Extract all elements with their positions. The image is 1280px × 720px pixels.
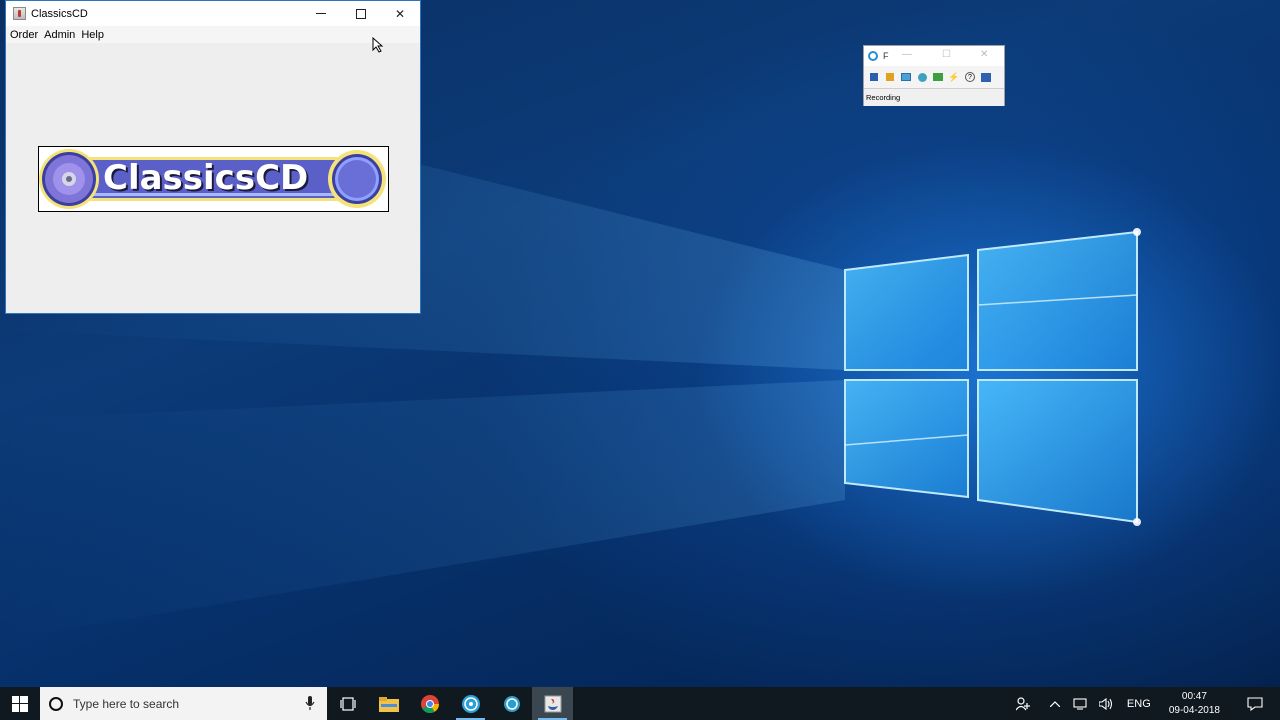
minimize-button[interactable] <box>302 1 340 26</box>
microphone-icon[interactable] <box>305 696 315 711</box>
report-icon[interactable] <box>980 71 992 83</box>
network-icon <box>1073 697 1087 710</box>
screenshot-icon[interactable] <box>900 71 912 83</box>
window-titlebar[interactable]: ClassicsCD ✕ <box>6 1 420 26</box>
menu-bar: Order Admin Help <box>6 26 420 44</box>
clock-date: 09-04-2018 <box>1168 704 1220 716</box>
close-icon: ✕ <box>394 6 406 21</box>
player-app-button[interactable] <box>491 687 532 720</box>
file-explorer-button[interactable] <box>368 687 409 720</box>
recorder-app-button[interactable] <box>450 687 491 720</box>
windows-start-icon <box>12 695 28 712</box>
maximize-icon <box>356 8 366 19</box>
search-placeholder: Type here to search <box>73 696 180 711</box>
language-indicator[interactable]: ENG <box>1119 687 1159 720</box>
system-tray: ENG 00:47 09-04-2018 <box>1003 687 1280 720</box>
close-button[interactable]: ✕ <box>381 1 419 26</box>
notification-icon <box>1247 696 1263 711</box>
people-icon <box>1015 696 1030 710</box>
volume-button[interactable] <box>1093 687 1119 720</box>
recorder-maximize-button[interactable]: ☐ <box>942 49 951 60</box>
taskbar: Type here to search ENG 00:47 09-04-2018 <box>0 687 1280 720</box>
clock[interactable]: 00:47 09-04-2018 <box>1159 690 1230 718</box>
volume-icon <box>1098 697 1112 710</box>
search-box[interactable]: Type here to search <box>40 687 327 720</box>
window-title: ClassicsCD <box>31 7 88 20</box>
window-client-area: ClassicsCD ClassicsCD <box>6 43 420 313</box>
menu-order[interactable]: Order <box>9 29 39 41</box>
player-app-icon <box>503 695 520 712</box>
recorder-toolbar: ⚡ ? <box>864 66 1004 88</box>
classicscd-logo: ClassicsCD ClassicsCD <box>38 146 389 212</box>
recorder-titlebar[interactable]: F — ☐ ✕ <box>864 46 1004 66</box>
task-view-button[interactable] <box>327 687 368 720</box>
java-app-icon <box>544 695 561 712</box>
java-app-button[interactable] <box>532 687 573 720</box>
show-hidden-icons-button[interactable] <box>1043 687 1067 720</box>
recorder-settings-icon[interactable] <box>916 71 928 83</box>
recorder-status: Recording <box>864 88 1004 106</box>
cortana-icon <box>49 696 63 711</box>
clock-time: 00:47 <box>1181 690 1207 702</box>
layers-icon[interactable] <box>932 71 944 83</box>
recorder-title: F <box>883 51 889 61</box>
task-view-icon <box>339 696 356 711</box>
network-button[interactable] <box>1067 687 1093 720</box>
chevron-up-icon <box>1049 700 1060 707</box>
pause-icon[interactable] <box>884 71 896 83</box>
recorder-logo-icon <box>868 51 878 61</box>
recorder-minimize-button[interactable]: — <box>902 49 912 60</box>
stop-icon[interactable] <box>868 71 880 83</box>
start-button[interactable] <box>0 687 40 720</box>
menu-help[interactable]: Help <box>80 29 105 41</box>
recorder-window: F — ☐ ✕ ⚡ ? Recording <box>863 45 1005 106</box>
lightning-icon[interactable]: ⚡ <box>948 71 960 83</box>
menu-admin[interactable]: Admin <box>43 29 76 41</box>
file-explorer-icon <box>378 696 399 712</box>
chrome-icon <box>420 694 439 713</box>
classicscd-window: ClassicsCD ✕ Order Admin Help ClassicsCD… <box>5 0 421 314</box>
recorder-close-button[interactable]: ✕ <box>980 49 988 60</box>
maximize-button[interactable] <box>342 1 380 26</box>
minimize-icon <box>316 13 326 14</box>
recorder-app-icon <box>461 694 480 713</box>
help-icon[interactable]: ? <box>964 71 976 83</box>
chrome-button[interactable] <box>409 687 450 720</box>
logo-text: ClassicsCD <box>103 158 308 198</box>
java-app-icon <box>13 7 26 20</box>
action-center-button[interactable] <box>1230 687 1280 720</box>
mouse-cursor-icon <box>372 37 384 53</box>
people-button[interactable] <box>1003 687 1043 720</box>
